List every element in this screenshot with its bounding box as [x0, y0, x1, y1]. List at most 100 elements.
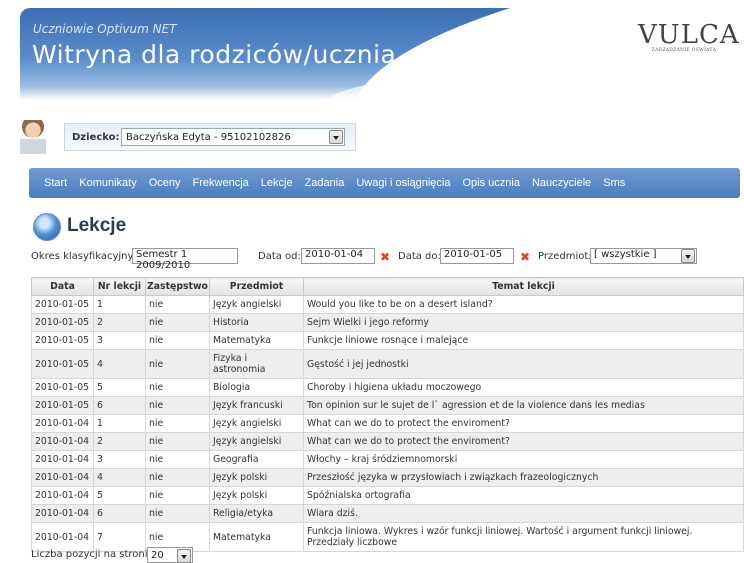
subject-select[interactable]: [ wszystkie ]	[590, 248, 697, 264]
table-cell: 2010-01-05	[31, 313, 94, 332]
chevron-down-icon[interactable]	[681, 249, 695, 263]
column-header[interactable]: Zastępstwo	[145, 277, 210, 296]
table-cell: nie	[145, 468, 210, 487]
child-select[interactable]: Baczyńska Edyta - 95102102826	[121, 128, 345, 146]
logo-text: VULCAN	[638, 20, 740, 50]
table-cell: nie	[145, 432, 210, 451]
chevron-down-icon[interactable]	[329, 130, 343, 144]
pagination-footer: Liczba pozycji na stronie: 20	[31, 547, 193, 563]
page-size-value: 20	[151, 550, 164, 561]
table-cell: 2	[93, 313, 146, 332]
table-cell: 2010-01-04	[31, 432, 94, 451]
app-subtitle: Uczniowie Optivum NET	[33, 22, 177, 36]
logo-tagline: ZARZĄDZANIE OŚWIATĄ	[651, 48, 717, 53]
nav-item-zadania[interactable]: Zadania	[305, 177, 345, 189]
nav-item-frekwencja[interactable]: Frekwencja	[193, 177, 249, 189]
table-cell: 4	[93, 349, 146, 379]
table-row: 2010-01-04 2 nie Język angielski What can we…	[31, 432, 744, 451]
page-title: Lekcje	[67, 215, 127, 236]
table-cell: Fizyka i astronomia	[209, 349, 304, 379]
table-cell: nie	[145, 450, 210, 469]
nav-item-sms[interactable]: Sms	[603, 177, 625, 189]
table-cell: Język angielski	[209, 432, 304, 451]
table-row: 2010-01-04 4 nie Język polski Przeszłość jęz…	[31, 468, 744, 487]
table-cell: 2010-01-05	[31, 331, 94, 350]
nav-item-uwagi[interactable]: Uwagi i osiągnięcia	[356, 177, 450, 189]
child-panel: Dziecko: Baczyńska Edyta - 95102102826	[64, 123, 356, 151]
date-to-value: 2010-01-05	[444, 249, 503, 260]
table-row: 2010-01-04 5 nie Język polski Spóźnialska or…	[31, 486, 744, 505]
date-from-label: Data od:	[258, 251, 301, 262]
column-header[interactable]: Nr lekcji	[93, 277, 146, 296]
nav-item-nauczyciele[interactable]: Nauczyciele	[532, 177, 591, 189]
table-row: 2010-01-05 2 nie Historia Sejm Wielki i jego…	[31, 313, 744, 332]
table-cell: nie	[145, 414, 210, 433]
avatar	[20, 120, 46, 154]
table-cell: 2010-01-05	[31, 295, 94, 314]
date-to-label: Data do:	[398, 251, 441, 262]
page-size-select[interactable]: 20	[147, 547, 193, 563]
period-select[interactable]: Semestr 1 2009/2010	[132, 248, 238, 271]
date-from-input[interactable]: 2010-01-04	[301, 248, 375, 264]
table-cell: 2010-01-04	[31, 504, 94, 523]
nav-item-oceny[interactable]: Oceny	[149, 177, 181, 189]
table-cell: Religia/etyka	[209, 504, 304, 523]
table-row: 2010-01-05 1 nie Język angielski Would you l…	[31, 295, 744, 314]
table-cell: Matematyka	[209, 522, 304, 552]
table-cell: Wiara dziś.	[303, 504, 744, 523]
clear-date-from-icon[interactable]: ✖	[380, 251, 390, 263]
table-cell: 2010-01-04	[31, 468, 94, 487]
app-title: Witryna dla rodziców/ucznia	[32, 40, 397, 69]
nav-item-lekcje[interactable]: Lekcje	[261, 177, 293, 189]
table-cell: nie	[145, 331, 210, 350]
table-cell: Funkcja liniowa. Wykres i wzór funkcji l…	[303, 522, 744, 552]
nav-item-opis-ucznia[interactable]: Opis ucznia	[463, 177, 520, 189]
table-cell: Gęstość i jej jednostki	[303, 349, 744, 379]
date-to-input[interactable]: 2010-01-05	[440, 248, 514, 264]
table-cell: Choroby i higiena układu moczowego	[303, 378, 744, 397]
table-cell: nie	[145, 295, 210, 314]
column-header[interactable]: Data	[31, 277, 94, 296]
table-cell: 4	[93, 468, 146, 487]
table-row: 2010-01-05 5 nie Biologia Choroby i higiena …	[31, 378, 744, 397]
table-cell: Przeszłość języka w przysłowiach i związ…	[303, 468, 744, 487]
globe-icon	[33, 213, 61, 241]
period-value: Semestr 1 2009/2010	[136, 249, 191, 271]
page-size-label: Liczba pozycji na stronie:	[31, 549, 158, 560]
main-nav: Start Komunikaty Oceny Frekwencja Lekcje…	[29, 168, 740, 198]
child-label: Dziecko:	[72, 132, 120, 143]
clear-date-to-icon[interactable]: ✖	[520, 251, 530, 263]
child-selector-bar: Dziecko: Baczyńska Edyta - 95102102826	[18, 118, 358, 158]
table-cell: nie	[145, 349, 210, 379]
table-cell: Ton opinion sur le sujet de l` agression…	[303, 396, 744, 415]
table-header-row: Data Nr lekcji Zastępstwo Przedmiot Tema…	[31, 277, 744, 296]
child-select-value: Baczyńska Edyta - 95102102826	[126, 132, 291, 143]
table-cell: 2010-01-05	[31, 396, 94, 415]
column-header[interactable]: Przedmiot	[209, 277, 304, 296]
table-cell: Biologia	[209, 378, 304, 397]
table-cell: Język polski	[209, 468, 304, 487]
table-cell: What can we do to protect the enviroment…	[303, 432, 744, 451]
subject-label: Przedmiot:	[538, 251, 592, 262]
table-cell: nie	[145, 313, 210, 332]
table-cell: Historia	[209, 313, 304, 332]
chevron-down-icon[interactable]	[177, 549, 191, 563]
table-cell: Geografia	[209, 450, 304, 469]
vulcan-logo: VULCAN ZARZĄDZANIE OŚWIATĄ	[638, 20, 740, 53]
table-cell: 2010-01-04	[31, 486, 94, 505]
table-row: 2010-01-04 7 nie Matematyka Funkcja liniowa.…	[31, 522, 744, 552]
table-row: 2010-01-05 6 nie Język francuski Ton opinion…	[31, 396, 744, 415]
table-cell: 2010-01-04	[31, 414, 94, 433]
table-cell: nie	[145, 396, 210, 415]
table-row: 2010-01-04 6 nie Religia/etyka Wiara dziś.	[31, 504, 744, 523]
table-cell: Would you like to be on a desert island?	[303, 295, 744, 314]
nav-item-start[interactable]: Start	[44, 177, 67, 189]
table-cell: 2010-01-05	[31, 349, 94, 379]
table-cell: Język angielski	[209, 295, 304, 314]
column-header[interactable]: Temat lekcji	[303, 277, 744, 296]
header-banner: Uczniowie Optivum NET Witryna dla rodzic…	[20, 8, 740, 100]
table-row: 2010-01-04 3 nie Geografia Włochy – kraj śró…	[31, 450, 744, 469]
table-cell: 2	[93, 432, 146, 451]
nav-item-komunikaty[interactable]: Komunikaty	[79, 177, 136, 189]
table-cell: 2010-01-05	[31, 378, 94, 397]
